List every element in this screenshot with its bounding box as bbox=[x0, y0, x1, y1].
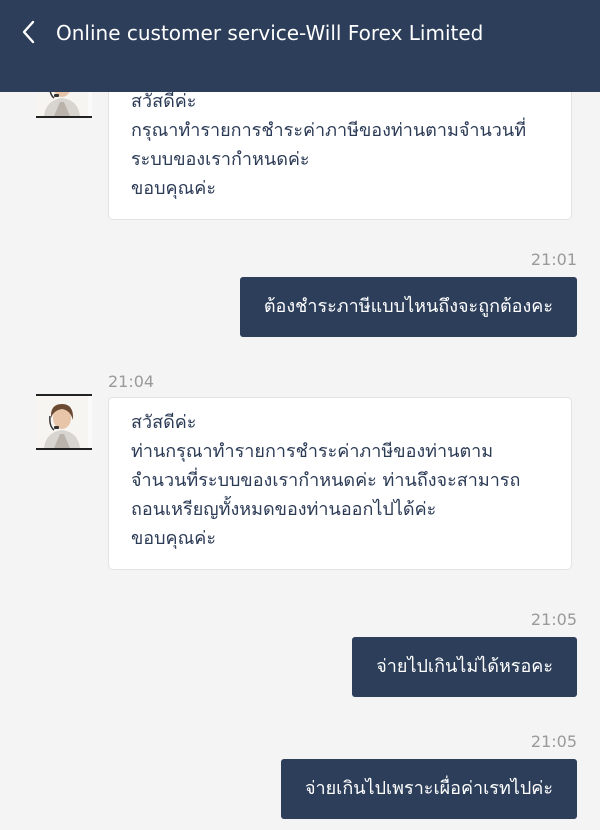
chat-header: Online customer service-Will Forex Limit… bbox=[0, 0, 600, 92]
message-line: ถอนเหรียญทั้งหมดของท่านออกไปได้ค่ะ bbox=[131, 499, 437, 520]
message-timestamp: 21:04 bbox=[108, 372, 155, 391]
agent-avatar[interactable] bbox=[36, 92, 92, 118]
message-line: ระบบของเรากำหนดค่ะ bbox=[131, 149, 310, 170]
incoming-message-bubble: สวัสดีค่ะ กรุณาทำรายการชำระค่าภาษีของท่า… bbox=[108, 92, 572, 220]
message-line: ขอบคุณค่ะ bbox=[131, 528, 216, 549]
message-line: กรุณาทำรายการชำระค่าภาษีของท่านตามจำนวนท… bbox=[131, 120, 527, 141]
message-timestamp: 21:01 bbox=[530, 250, 577, 269]
message-timestamp: 21:05 bbox=[530, 732, 577, 751]
message-line: จำนวนที่ระบบของเรากำหนดค่ะ ท่านถึงจะสามา… bbox=[131, 470, 521, 491]
message-line: ท่านกรุณาทำรายการชำระค่าภาษีของท่านตาม bbox=[131, 441, 494, 462]
message-line: ขอบคุณค่ะ bbox=[131, 178, 216, 199]
message-line: สวัสดีค่ะ bbox=[131, 92, 197, 112]
incoming-message-bubble: สวัสดีค่ะ ท่านกรุณาทำรายการชำระค่าภาษีขอ… bbox=[108, 397, 572, 570]
outgoing-message-bubble: จ่ายไปเกินไม่ได้หรอคะ bbox=[352, 637, 577, 697]
message-line: สวัสดีค่ะ bbox=[131, 412, 197, 433]
chat-message-list[interactable]: สวัสดีค่ะ กรุณาทำรายการชำระค่าภาษีของท่า… bbox=[0, 92, 600, 830]
outgoing-message-bubble: ต้องชำระภาษีแบบไหนถึงจะถูกต้องคะ bbox=[239, 277, 577, 337]
page-title: Online customer service-Will Forex Limit… bbox=[56, 21, 484, 45]
message-timestamp: 21:05 bbox=[530, 610, 577, 629]
outgoing-message-bubble: จ่ายเกินไปเพราะเผื่อค่าเรทไปค่ะ bbox=[280, 759, 577, 819]
chevron-left-icon[interactable] bbox=[18, 18, 44, 46]
agent-avatar[interactable] bbox=[36, 394, 92, 450]
